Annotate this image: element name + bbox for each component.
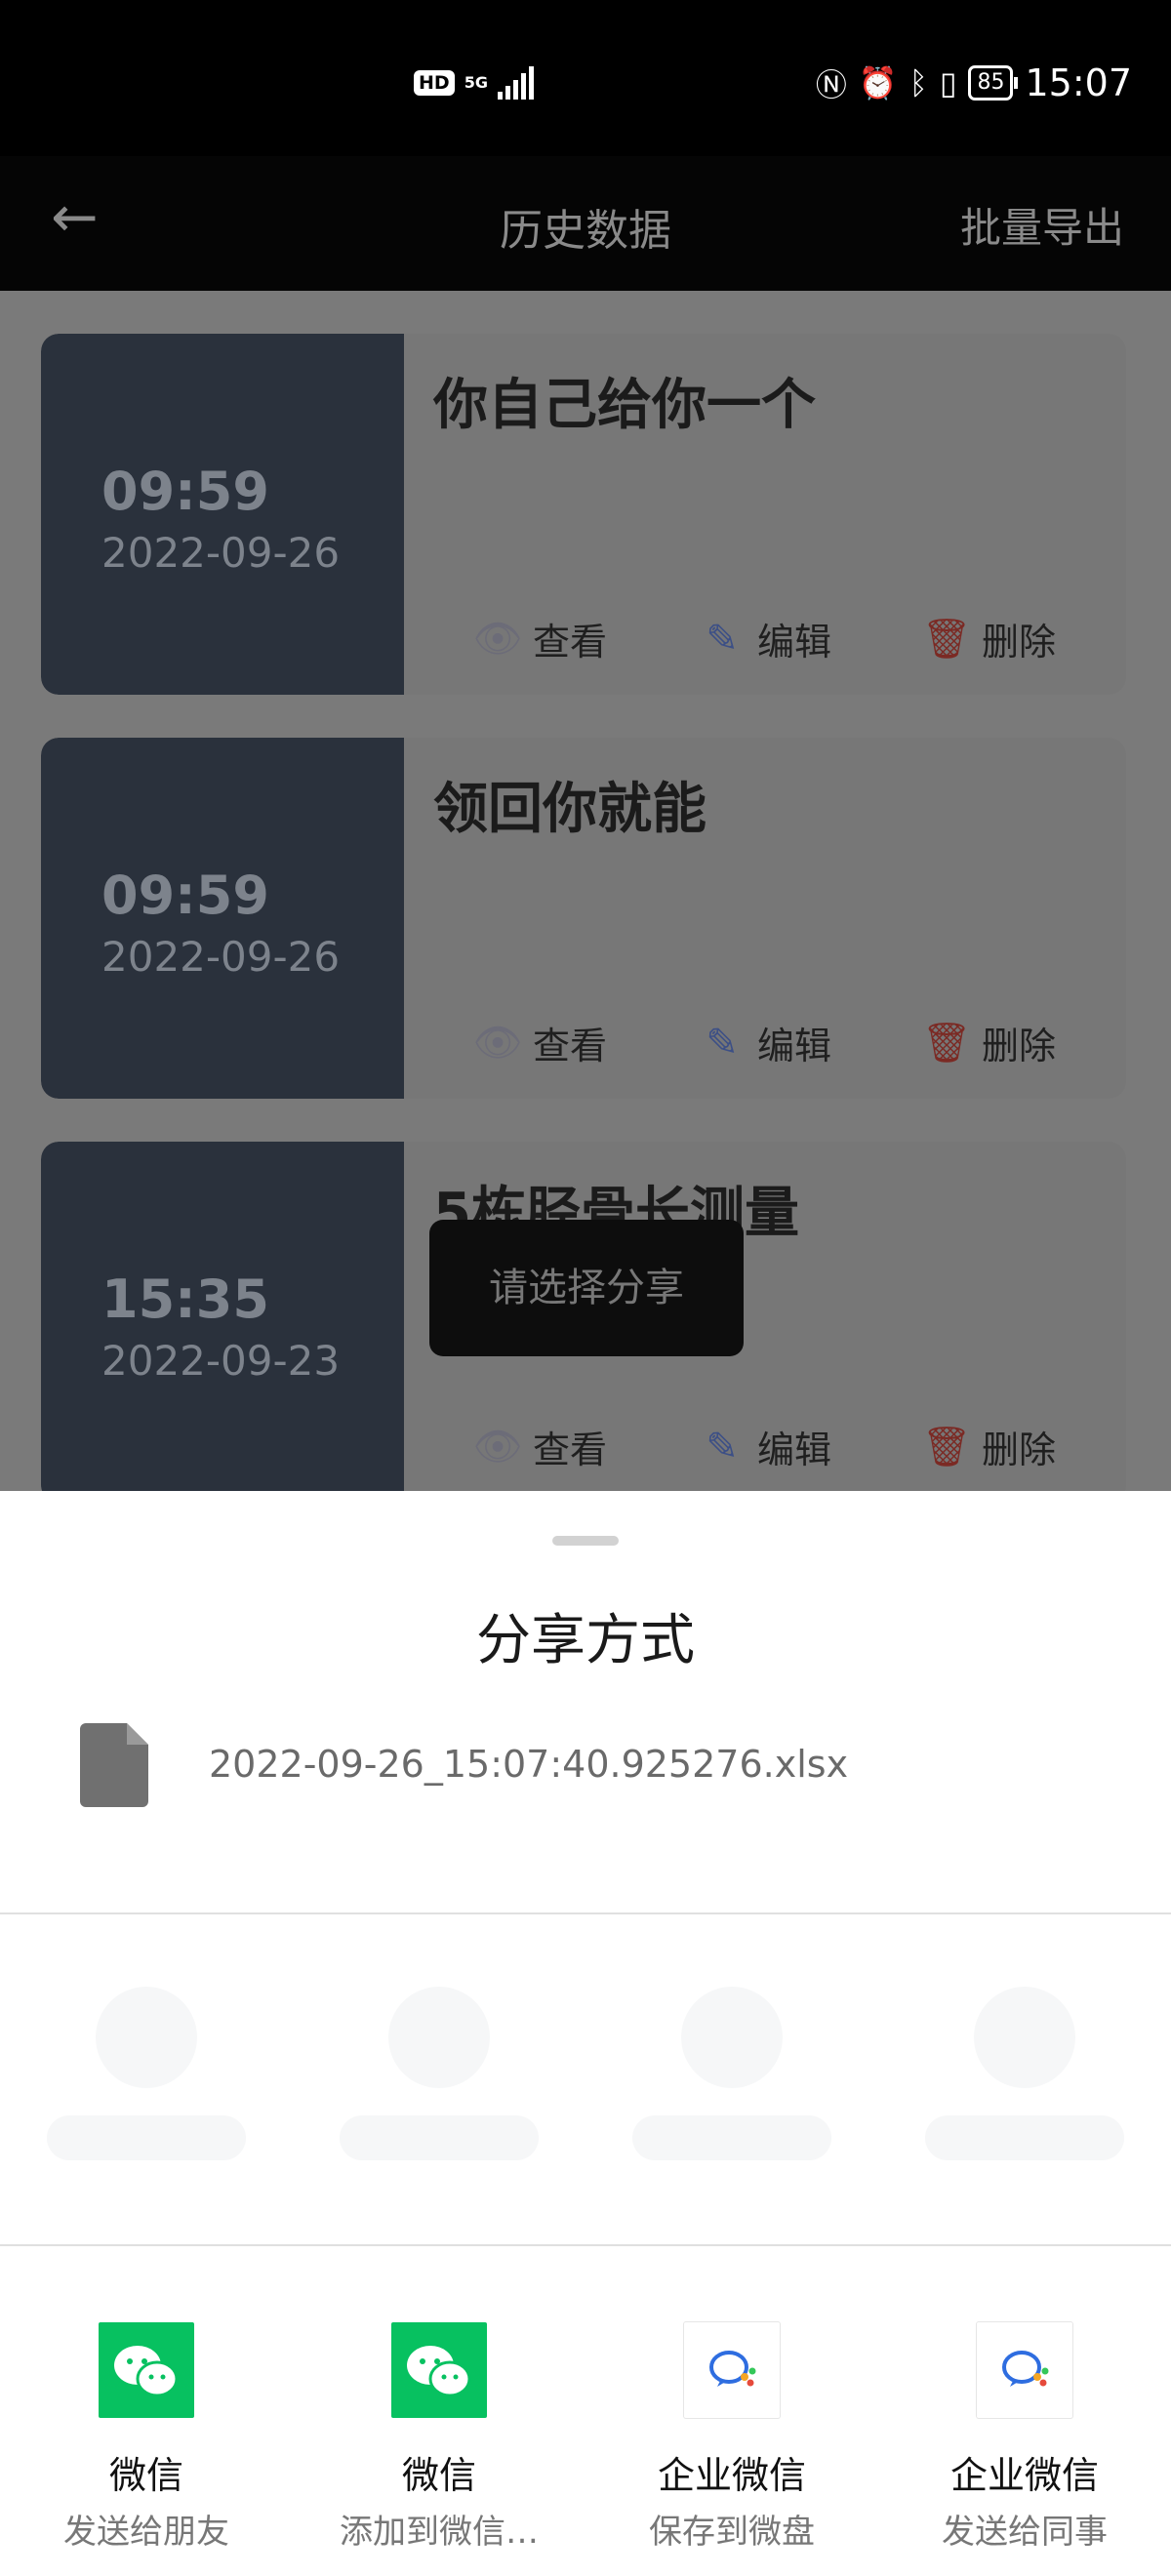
vibrate-icon: ▯ [939,64,957,101]
edit-icon: ✎ [706,1020,739,1066]
history-card[interactable]: 09:59 2022-09-26 你自己给你一个 👁 查看 ✎ 编辑 🗑 删除 [41,334,1126,695]
edit-button[interactable]: ✎ 编辑 [697,1420,921,1473]
edit-icon: ✎ [706,1424,739,1469]
eye-icon: 👁 [472,1021,523,1066]
hd-badge: HD [414,70,455,96]
delete-label: 删除 [982,621,1057,664]
record-date: 2022-09-23 [101,1337,341,1385]
record-title: 领回你就能 [433,778,707,841]
edit-icon: ✎ [706,616,739,662]
placeholder-label [925,2115,1124,2160]
record-thumbnail: 09:59 2022-09-26 [41,334,404,695]
view-label: 查看 [533,621,608,664]
status-bar: HD 5G Ⓝ ⏰ ᛒ ▯ 85 15:07 [0,0,1171,156]
record-date: 2022-09-26 [101,933,341,981]
wecom-icon [684,2322,780,2418]
share-wechat-friend[interactable]: 微信 发送给朋友 [0,2322,293,2553]
app-description: 发送给同事 [942,2513,1108,2552]
drag-handle[interactable] [552,1536,619,1546]
edit-button[interactable]: ✎ 编辑 [697,612,921,665]
app-description: 保存到微盘 [649,2513,815,2552]
clock: 15:07 [1025,61,1132,104]
record-time: 15:35 [101,1268,269,1330]
record-title: 你自己给你一个 [433,374,816,437]
edit-label: 编辑 [757,1025,832,1067]
delete-label: 删除 [982,1429,1057,1471]
wechat-icon [391,2322,487,2418]
trash-icon: 🗑 [921,1425,972,1469]
share-sheet-title: 分享方式 [476,1609,695,1672]
network-indicator: HD 5G [414,66,534,100]
share-wecom-colleague[interactable]: 企业微信 发送给同事 [878,2322,1171,2553]
record-time: 09:59 [101,461,269,522]
trash-icon: 🗑 [921,617,972,662]
placeholder-avatar [96,1987,197,2088]
share-sheet: 分享方式 2022-09-26_15:07:40.925276.xlsx 微信 … [0,1491,1171,2576]
eye-icon: 👁 [472,617,523,662]
wechat-icon [99,2322,194,2418]
placeholder-label [340,2115,539,2160]
placeholder-avatar [388,1987,490,2088]
placeholder-label [47,2115,246,2160]
app-name: 微信 [401,2454,476,2497]
delete-button[interactable]: 🗑 删除 [921,1016,1126,1069]
signal-icon [497,66,534,100]
alarm-icon: ⏰ [858,64,898,101]
app-description: 添加到微信… [340,2513,539,2552]
edit-label: 编辑 [757,1429,832,1471]
view-label: 查看 [533,1429,608,1471]
trash-icon: 🗑 [921,1021,972,1066]
delete-label: 删除 [982,1025,1057,1067]
bluetooth-icon: ᛒ [909,64,928,101]
record-thumbnail: 09:59 2022-09-26 [41,738,404,1099]
edit-label: 编辑 [757,621,832,664]
app-description: 发送给朋友 [63,2513,229,2552]
app-name: 企业微信 [949,2454,1099,2497]
view-label: 查看 [533,1025,608,1067]
eye-icon: 👁 [472,1425,523,1469]
app-bar: ← 历史数据 批量导出 [0,156,1171,291]
history-card[interactable]: 09:59 2022-09-26 领回你就能 👁 查看 ✎ 编辑 🗑 删除 [41,738,1126,1099]
file-icon [80,1723,148,1807]
wecom-icon [977,2322,1072,2418]
batch-export-button[interactable]: 批量导出 [960,195,1124,255]
battery-icon: 85 [968,65,1019,101]
record-date: 2022-09-26 [101,529,341,577]
divider [0,2244,1171,2246]
share-wechat-favorites[interactable]: 微信 添加到微信… [293,2322,586,2553]
placeholder-avatar [681,1987,783,2088]
divider [0,1912,1171,1914]
placeholder-avatar [974,1987,1075,2088]
nfc-icon: Ⓝ [815,66,847,103]
edit-button[interactable]: ✎ 编辑 [697,1016,921,1069]
app-name: 企业微信 [657,2454,806,2497]
record-time: 09:59 [101,865,269,926]
delete-button[interactable]: 🗑 删除 [921,612,1126,665]
view-button[interactable]: 👁 查看 [472,1420,697,1473]
record-thumbnail: 15:35 2022-09-23 [41,1142,404,1491]
share-wecom-drive[interactable]: 企业微信 保存到微盘 [586,2322,878,2553]
placeholder-label [632,2115,831,2160]
network-type: 5G [464,73,488,92]
view-button[interactable]: 👁 查看 [472,1016,697,1069]
file-name: 2022-09-26_15:07:40.925276.xlsx [209,1743,849,1786]
delete-button[interactable]: 🗑 删除 [921,1420,1126,1473]
toast-message: 请选择分享 [429,1220,744,1356]
view-button[interactable]: 👁 查看 [472,612,697,665]
app-name: 微信 [108,2454,183,2497]
